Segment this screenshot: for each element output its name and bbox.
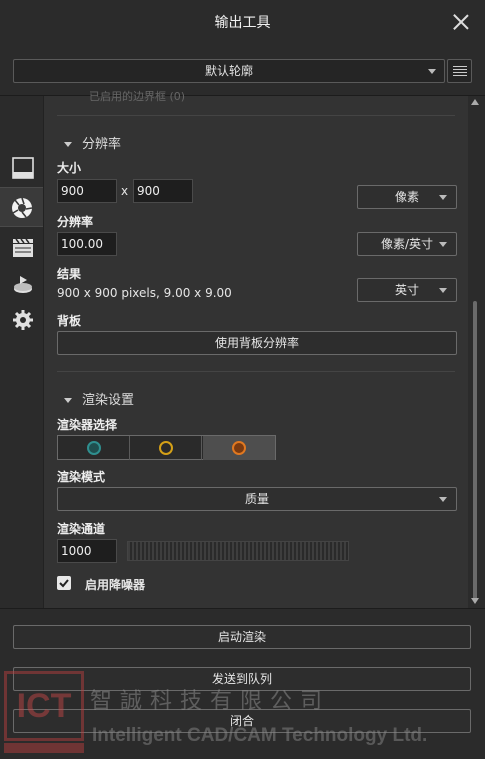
tab-settings[interactable] — [0, 300, 43, 340]
chevron-down-icon — [439, 497, 447, 502]
gear-icon — [13, 310, 33, 330]
render-mode-dropdown[interactable]: 质量 — [57, 487, 457, 511]
side-toolbar — [0, 96, 43, 608]
resolution-section-header[interactable]: 分辨率 — [64, 133, 121, 152]
renderer-3-icon — [232, 441, 246, 455]
window-title: 输出工具 — [214, 15, 271, 31]
tab-turntable[interactable] — [0, 264, 43, 304]
width-input[interactable]: 900 — [57, 179, 117, 203]
preset-menu-button[interactable] — [447, 59, 472, 83]
scroll-down-icon — [471, 598, 479, 604]
result-value: 900 x 900 pixels, 9.00 x 9.00 — [57, 286, 232, 300]
check-icon — [59, 579, 69, 588]
image-icon — [12, 157, 34, 179]
resolution-input[interactable]: 100.00 — [57, 232, 117, 256]
preset-dropdown[interactable]: 默认轮廓 — [13, 59, 445, 83]
collapse-arrow-icon — [64, 398, 72, 403]
chevron-down-icon — [439, 242, 447, 247]
tab-image[interactable] — [0, 148, 43, 188]
tab-animation[interactable] — [0, 227, 43, 267]
renderer-label: 渲染器选择 — [57, 418, 118, 432]
preset-value: 默认轮廓 — [204, 64, 253, 78]
size-unit-dropdown[interactable]: 像素 — [357, 185, 457, 209]
chevron-down-icon — [439, 288, 447, 293]
turntable-icon — [14, 276, 32, 293]
collapse-arrow-icon — [64, 142, 72, 147]
close-icon[interactable] — [451, 12, 471, 32]
result-label: 结果 — [57, 267, 82, 281]
renderer-1-icon — [87, 441, 101, 455]
resolution-label: 分辨率 — [57, 215, 94, 229]
size-label: 大小 — [57, 161, 82, 175]
renderer-option-2[interactable] — [130, 436, 202, 460]
height-input[interactable]: 900 — [133, 179, 193, 203]
scrollbar-thumb[interactable] — [473, 301, 477, 601]
render-passes-label: 渲染通道 — [57, 522, 106, 536]
renderer-option-1[interactable] — [58, 436, 130, 460]
scroll-up-icon — [471, 99, 479, 105]
render-passes-input[interactable]: 1000 — [57, 539, 117, 563]
settings-panel: 已启用的边界框 (0) 分辨率 大小 900 x 900 像素 分辨率 100.… — [43, 90, 468, 608]
close-button[interactable]: 闭合 — [13, 709, 471, 733]
chevron-down-icon — [428, 69, 436, 74]
tab-camera[interactable] — [0, 187, 43, 227]
renderer-selector — [57, 435, 276, 460]
send-to-queue-button[interactable]: 发送到队列 — [13, 667, 471, 691]
result-unit-dropdown[interactable]: 英寸 — [357, 278, 457, 302]
backplate-label: 背板 — [57, 314, 82, 328]
renderer-option-3[interactable] — [203, 436, 275, 460]
renderer-2-icon — [159, 441, 173, 455]
render-passes-slider[interactable] — [127, 541, 349, 561]
aperture-icon — [12, 197, 33, 218]
clapperboard-icon — [13, 238, 33, 257]
partial-item: 已启用的边界框 (0) — [89, 90, 186, 102]
chevron-down-icon — [439, 195, 447, 200]
denoiser-checkbox[interactable] — [57, 576, 71, 590]
use-backplate-resolution-button[interactable]: 使用背板分辨率 — [57, 331, 457, 355]
size-separator: x — [121, 184, 129, 198]
panel-scrollbar[interactable] — [470, 96, 480, 608]
render-mode-label: 渲染模式 — [57, 470, 106, 484]
denoiser-label: 启用降噪器 — [85, 578, 146, 592]
render-section-header[interactable]: 渲染设置 — [64, 389, 134, 408]
start-render-button[interactable]: 启动渲染 — [13, 625, 471, 649]
resolution-unit-dropdown[interactable]: 像素/英寸 — [357, 232, 457, 256]
